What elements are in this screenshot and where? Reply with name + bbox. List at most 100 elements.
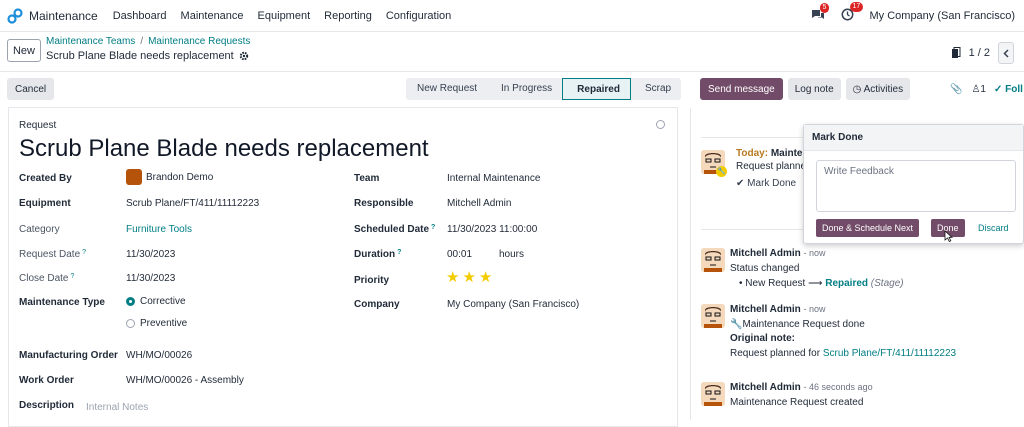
corrective-label: Corrective: [140, 296, 186, 307]
breadcrumb-maintenance-requests[interactable]: Maintenance Requests: [148, 36, 250, 47]
duration-label-text: Duration: [354, 249, 395, 260]
avatar-face-icon: [701, 248, 725, 272]
work-order-value[interactable]: WH/MO/00026 - Assembly: [126, 375, 244, 386]
company-label: Company: [354, 299, 400, 310]
message-note-label: Original note:: [730, 333, 795, 344]
maintenance-type-preventive[interactable]: Preventive: [126, 318, 187, 329]
help-icon[interactable]: ?: [397, 249, 401, 256]
tracking-field: (Stage): [871, 278, 904, 289]
navbar-systray: 5 17 My Company (San Francisco): [811, 0, 1024, 32]
company-value[interactable]: My Company (San Francisco): [447, 299, 579, 310]
main-menu: Dashboard Maintenance Equipment Reportin…: [113, 10, 466, 22]
author-name: Mitchell Admin: [730, 248, 801, 259]
followers-count[interactable]: 1: [980, 84, 986, 95]
messages-button[interactable]: 5: [811, 9, 825, 24]
radio-unchecked[interactable]: [126, 319, 135, 328]
description-label: Description: [19, 400, 74, 411]
stage-scrap[interactable]: Scrap: [631, 78, 681, 100]
help-icon[interactable]: ?: [431, 224, 435, 231]
close-date-label-text: Close Date: [19, 273, 68, 284]
company-switcher[interactable]: My Company (San Francisco): [870, 10, 1016, 22]
priority-stars[interactable]: ★★★: [446, 268, 495, 286]
equipment-label: Equipment: [19, 198, 71, 209]
mark-done-link[interactable]: ✔ Mark Done: [736, 178, 796, 189]
pager-value[interactable]: 1 / 2: [969, 47, 990, 59]
equipment-value[interactable]: Scrub Plane/FT/411/11112223: [126, 198, 259, 209]
paperclip-icon[interactable]: 📎: [950, 84, 962, 95]
print-icon[interactable]: [951, 47, 961, 59]
breadcrumb: Maintenance Teams/Maintenance Requests S…: [46, 36, 250, 62]
app-name[interactable]: Maintenance: [29, 9, 98, 23]
request-date-label: Request Date?: [19, 249, 86, 260]
follow-button[interactable]: ✓ Foll: [994, 84, 1023, 95]
team-value[interactable]: Internal Maintenance: [447, 173, 540, 184]
maintenance-type-corrective[interactable]: Corrective: [126, 296, 186, 307]
stage-in-progress[interactable]: In Progress: [487, 78, 562, 100]
star-icon[interactable]: ★: [479, 269, 492, 286]
duration-label: Duration?: [354, 249, 401, 260]
avatar: [126, 169, 142, 185]
menu-equipment[interactable]: Equipment: [258, 10, 311, 22]
cancel-button[interactable]: Cancel: [7, 78, 54, 100]
done-schedule-next-button[interactable]: Done & Schedule Next: [816, 219, 919, 237]
feedback-textarea[interactable]: Write Feedback: [816, 160, 1016, 212]
message-body: Status changed: [730, 263, 800, 274]
message-author[interactable]: Mitchell Admin - now: [730, 248, 826, 259]
activities-button[interactable]: 17: [841, 8, 854, 24]
message-author[interactable]: Mitchell Admin - now: [730, 304, 826, 315]
category-value[interactable]: Furniture Tools: [126, 224, 192, 235]
equipment-link[interactable]: Scrub Plane/FT/411/11112223: [823, 348, 956, 359]
request-date-label-text: Request Date: [19, 249, 80, 260]
menu-dashboard[interactable]: Dashboard: [113, 10, 167, 22]
scheduled-date-value[interactable]: 11/30/2023 11:00:00: [447, 224, 537, 235]
manufacturing-order-label: Manufacturing Order: [19, 350, 118, 361]
menu-configuration[interactable]: Configuration: [386, 10, 451, 22]
pager-previous-button[interactable]: [998, 42, 1014, 64]
responsible-value[interactable]: Mitchell Admin: [447, 198, 511, 209]
manufacturing-order-value[interactable]: WH/MO/00026: [126, 350, 192, 361]
close-date-value[interactable]: 11/30/2023: [126, 273, 175, 284]
top-navbar: Maintenance Dashboard Maintenance Equipm…: [0, 0, 1024, 32]
message-time: - now: [804, 248, 826, 258]
team-label: Team: [354, 173, 379, 184]
message-author[interactable]: Mitchell Admin - 46 seconds ago: [730, 382, 873, 393]
form-sheet: Request Scrub Plane Blade needs replacem…: [8, 107, 678, 427]
gear-icon[interactable]: [239, 51, 249, 61]
priority-label: Priority: [354, 275, 389, 286]
avatar[interactable]: [701, 248, 725, 272]
avatar[interactable]: [701, 382, 725, 406]
created-by-field[interactable]: Brandon Demo: [126, 169, 213, 185]
app-logo[interactable]: Maintenance: [7, 8, 98, 24]
send-message-button[interactable]: Send message: [700, 78, 783, 100]
description-input[interactable]: Internal Notes: [86, 402, 148, 413]
stage-repaired[interactable]: Repaired: [562, 78, 631, 100]
avatar-face-icon: [701, 304, 725, 328]
log-note-button[interactable]: Log note: [788, 78, 841, 100]
duration-value[interactable]: 00:01: [447, 249, 472, 260]
new-button[interactable]: New: [7, 39, 41, 62]
help-icon[interactable]: ?: [70, 273, 74, 280]
menu-maintenance[interactable]: Maintenance: [181, 10, 244, 22]
tracking-new-value: Repaired: [825, 278, 868, 289]
statusbar-left: Cancel: [7, 78, 54, 100]
help-icon[interactable]: ?: [82, 249, 86, 256]
activities-button[interactable]: ◷ Activities: [846, 78, 910, 100]
arrow-right-icon: ⟶: [808, 278, 822, 289]
avatar[interactable]: [701, 304, 725, 328]
star-icon[interactable]: ★: [462, 269, 475, 286]
mark-done-label: Mark Done: [747, 178, 796, 189]
request-date-value[interactable]: 11/30/2023: [126, 249, 175, 260]
radio-checked[interactable]: [126, 297, 135, 306]
star-icon[interactable]: ★: [446, 269, 459, 286]
request-title[interactable]: Scrub Plane Blade needs replacement: [19, 135, 429, 163]
discard-button[interactable]: Discard: [978, 223, 1009, 233]
kanban-state-dot[interactable]: [656, 120, 665, 129]
tracking-value: • New Request ⟶ Repaired (Stage): [739, 278, 904, 289]
breadcrumb-maintenance-teams[interactable]: Maintenance Teams: [46, 36, 135, 47]
menu-reporting[interactable]: Reporting: [324, 10, 372, 22]
person-icon[interactable]: ♙: [971, 84, 980, 95]
work-order-label: Work Order: [19, 375, 74, 386]
stage-new-request[interactable]: New Request: [406, 78, 487, 100]
pager: 1 / 2: [951, 42, 1014, 64]
tracking-old-value: New Request: [745, 278, 805, 289]
